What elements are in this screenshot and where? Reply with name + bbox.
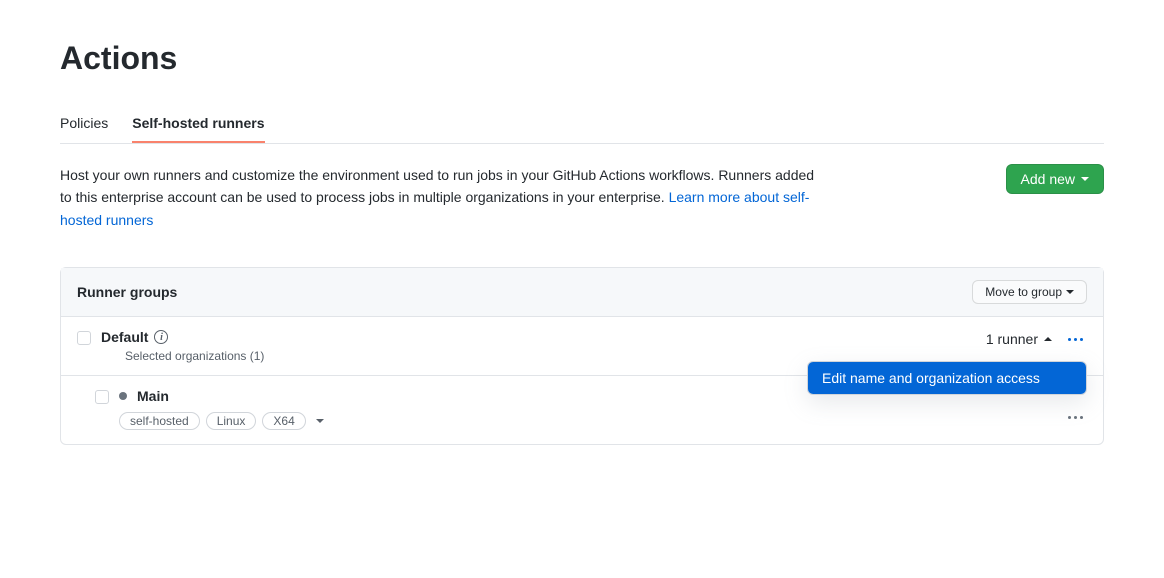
page-title: Actions xyxy=(60,40,1104,77)
context-menu: Edit name and organization access xyxy=(807,361,1087,395)
description-text: Host your own runners and customize the … xyxy=(60,164,820,231)
add-new-label: Add new xyxy=(1021,171,1075,187)
group-menu-button[interactable] xyxy=(1064,334,1087,345)
runner-group-row: Default i Selected organizations (1) 1 r… xyxy=(61,317,1103,376)
menu-item-edit-name-org-access[interactable]: Edit name and organization access xyxy=(808,362,1086,394)
status-dot-icon xyxy=(119,392,127,400)
info-icon[interactable]: i xyxy=(154,330,168,344)
runner-labels: self-hosted Linux X64 xyxy=(119,412,1087,430)
move-to-group-label: Move to group xyxy=(985,285,1062,299)
runner-menu-button[interactable] xyxy=(1064,412,1087,423)
runner-label: Linux xyxy=(206,412,257,430)
add-new-button[interactable]: Add new xyxy=(1006,164,1104,194)
runner-count-label: 1 runner xyxy=(986,331,1038,347)
panel-header: Runner groups Move to group xyxy=(61,268,1103,317)
runner-name: Main xyxy=(137,388,169,404)
runner-groups-panel: Runner groups Move to group Default i Se… xyxy=(60,267,1104,445)
runner-label: X64 xyxy=(262,412,305,430)
group-select-checkbox[interactable] xyxy=(77,331,91,345)
chevron-down-icon xyxy=(1066,290,1074,294)
runner-select-checkbox[interactable] xyxy=(95,390,109,404)
tabs: Policies Self-hosted runners xyxy=(60,105,1104,144)
tab-self-hosted-runners[interactable]: Self-hosted runners xyxy=(132,105,264,143)
chevron-up-icon xyxy=(1044,337,1052,341)
chevron-down-icon xyxy=(1081,177,1089,181)
labels-dropdown-icon[interactable] xyxy=(316,419,324,423)
group-name: Default xyxy=(101,329,148,345)
runner-label: self-hosted xyxy=(119,412,200,430)
tab-policies[interactable]: Policies xyxy=(60,105,108,143)
panel-header-title: Runner groups xyxy=(77,284,177,300)
move-to-group-button[interactable]: Move to group xyxy=(972,280,1087,304)
runner-count-toggle[interactable]: 1 runner xyxy=(986,331,1052,347)
group-subtitle: Selected organizations (1) xyxy=(125,349,264,363)
